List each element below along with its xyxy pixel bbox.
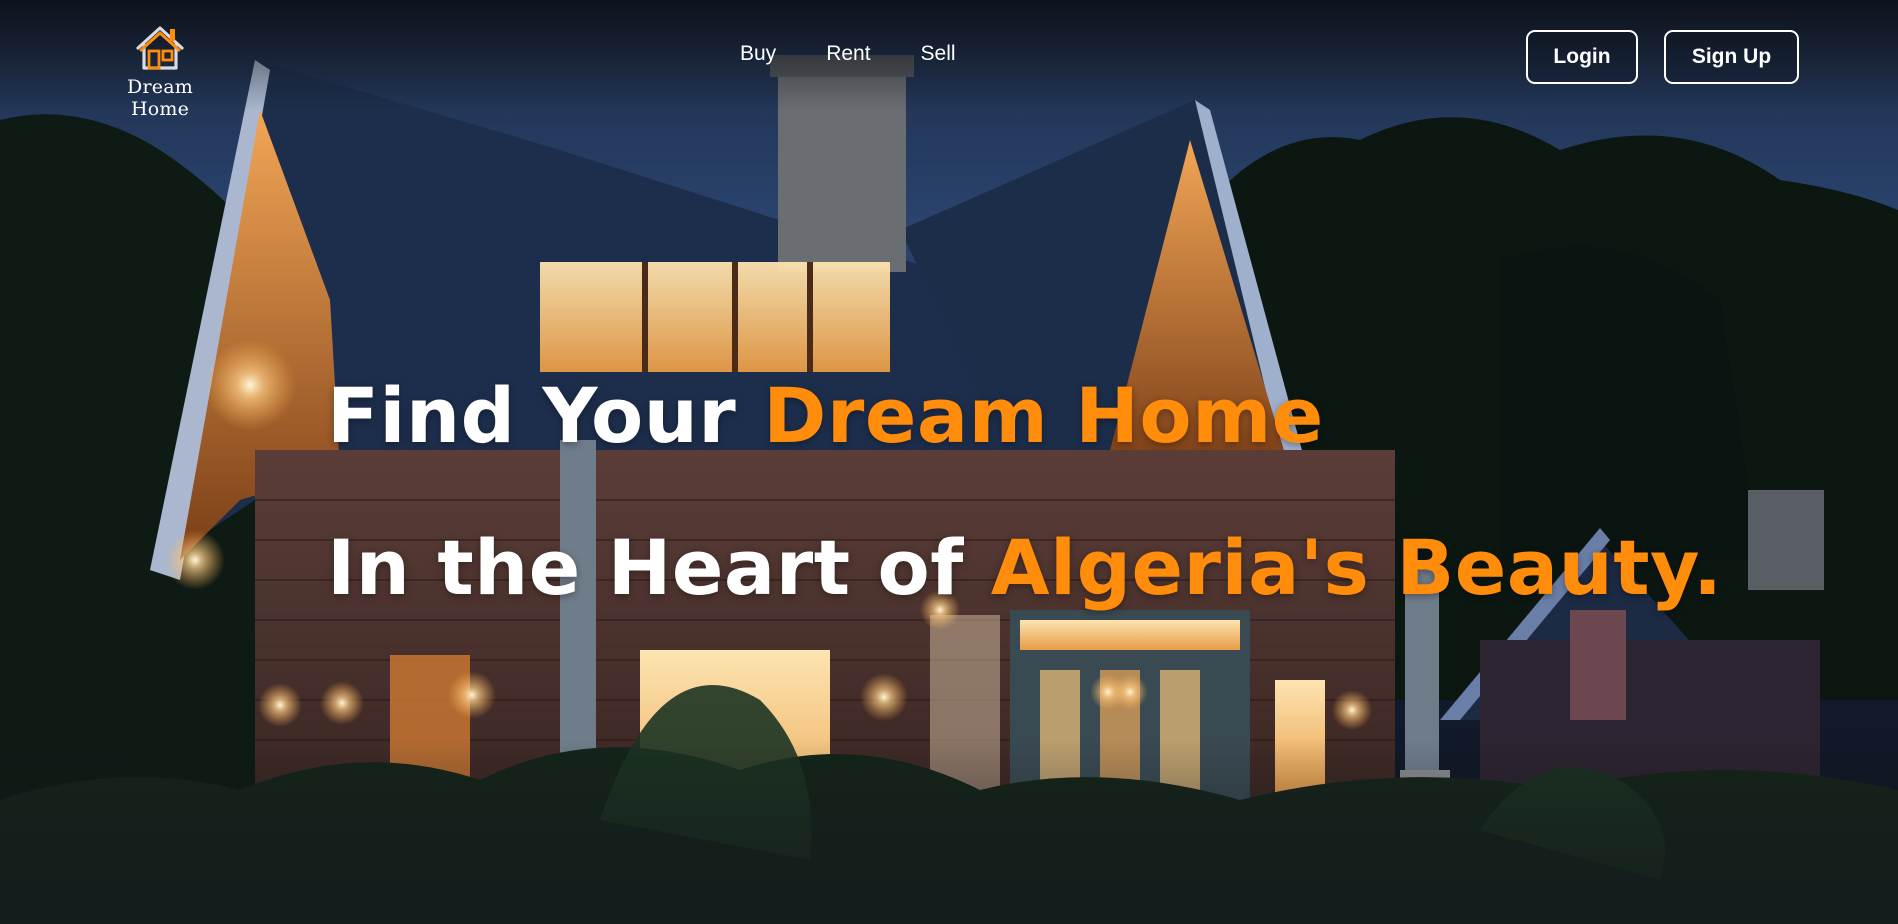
headline-line-1-accent: Dream Home xyxy=(763,371,1324,460)
main-menu: Buy Rent Sell xyxy=(740,42,956,66)
nav-link-rent[interactable]: Rent xyxy=(826,42,870,66)
signup-button[interactable]: Sign Up xyxy=(1664,30,1799,84)
hero-headline: Find Your Dream Home In the Heart of Alg… xyxy=(327,340,1722,644)
headline-line-1-prefix: Find Your xyxy=(327,371,764,460)
headline-line-2: In the Heart of Algeria's Beauty. xyxy=(327,492,1722,644)
nav-link-buy[interactable]: Buy xyxy=(740,42,776,66)
login-button[interactable]: Login xyxy=(1526,30,1638,84)
headline-line-1: Find Your Dream Home xyxy=(327,340,1722,492)
brand-name: Dream Home xyxy=(127,76,193,120)
headline-line-2-prefix: In the Heart of xyxy=(327,523,991,612)
brand-logo[interactable]: Dream Home xyxy=(98,24,222,120)
headline-line-2-accent: Algeria's Beauty. xyxy=(990,523,1723,612)
hero-section: Dream Home Buy Rent Sell Login Sign Up F… xyxy=(0,0,1898,924)
auth-buttons: Login Sign Up xyxy=(1526,30,1799,84)
top-navbar: Dream Home Buy Rent Sell Login Sign Up xyxy=(0,0,1898,120)
nav-link-sell[interactable]: Sell xyxy=(921,42,956,66)
house-icon xyxy=(136,26,184,70)
